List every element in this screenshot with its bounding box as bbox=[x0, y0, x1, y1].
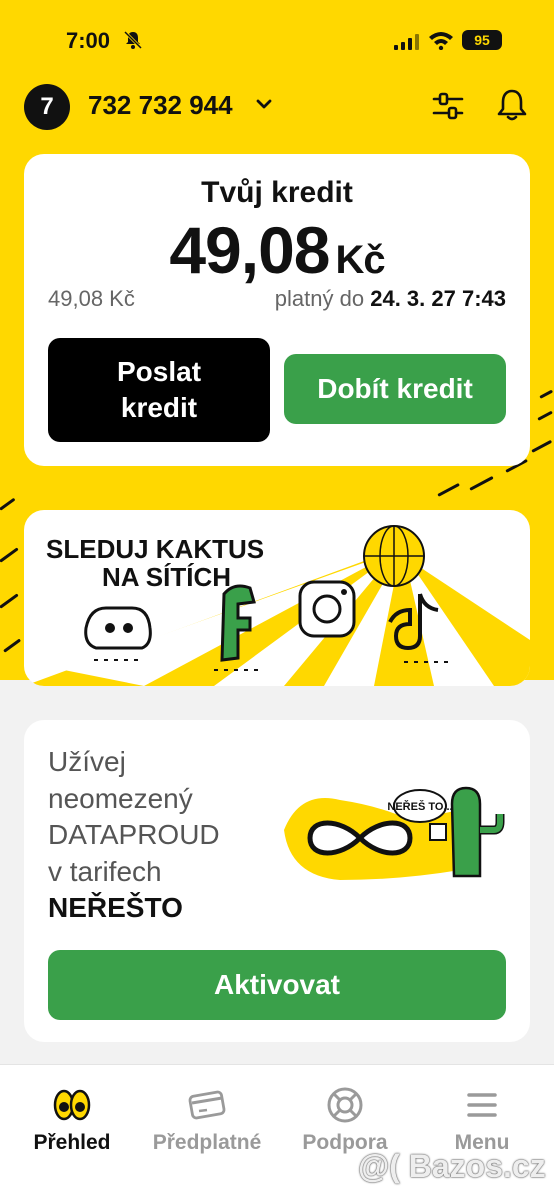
top-up-credit-button[interactable]: Dobít kredit bbox=[284, 354, 506, 424]
credit-amount-value: 49,08 bbox=[169, 213, 330, 287]
lifebuoy-icon bbox=[327, 1087, 363, 1123]
wifi-icon bbox=[429, 32, 453, 50]
cellular-signal-icon bbox=[394, 34, 419, 50]
social-banner-title-line1: SLEDUJ KAKTUS bbox=[46, 534, 264, 564]
credit-currency: Kč bbox=[335, 238, 386, 282]
watermark: @( Bazos.cz bbox=[358, 1148, 546, 1184]
settings-sliders-icon[interactable] bbox=[432, 90, 464, 122]
notifications-bell-icon[interactable] bbox=[496, 88, 528, 122]
tab-subscription[interactable]: Předplatné bbox=[142, 1085, 272, 1165]
decor-dash bbox=[0, 593, 19, 609]
bell-muted-icon bbox=[123, 30, 143, 50]
decor-dash bbox=[3, 638, 22, 653]
promo-line: Užívej bbox=[48, 746, 126, 777]
validity-date: 24. 3. 27 7:43 bbox=[370, 286, 506, 311]
decor-dash bbox=[0, 547, 19, 563]
credit-validity: platný do 24. 3. 27 7:43 bbox=[275, 286, 506, 312]
status-time: 7:00 bbox=[66, 28, 111, 53]
promo-speech-bubble: NEŘEŠ TO... bbox=[387, 800, 452, 813]
decor-dash bbox=[531, 439, 553, 453]
chevron-down-icon[interactable] bbox=[256, 98, 272, 110]
phone-number-selector[interactable]: 732 732 944 bbox=[88, 90, 233, 121]
social-banner-title-line2: NA SÍTÍCH bbox=[102, 562, 231, 592]
send-credit-button[interactable]: Poslat kredit bbox=[48, 338, 270, 442]
tab-label: Předplatné bbox=[152, 1131, 262, 1154]
promo-line: DATAPROUD bbox=[48, 819, 220, 850]
status-bar: 7:00 95 bbox=[0, 0, 554, 80]
header: 7 732 732 944 bbox=[0, 80, 554, 130]
credit-balance-small: 49,08 Kč bbox=[48, 286, 135, 311]
data-promo-card: Užívej neomezený DATAPROUD v tarifech NE… bbox=[24, 720, 530, 1042]
decor-dash bbox=[539, 389, 554, 399]
credit-title: Tvůj kredit bbox=[201, 176, 353, 209]
credit-card: Tvůj kredit 49,08 Kč 49,08 Kč platný do 2… bbox=[24, 154, 530, 466]
hamburger-menu-icon bbox=[467, 1093, 497, 1117]
tab-overview[interactable]: Přehled bbox=[14, 1085, 130, 1165]
decor-dash bbox=[537, 410, 553, 421]
promo-line: v tarifech bbox=[48, 855, 162, 887]
promo-tariff-name: NEŘEŠTO bbox=[48, 892, 183, 923]
credit-card-icon bbox=[188, 1090, 226, 1120]
activate-button[interactable]: Aktivovat bbox=[48, 950, 506, 1020]
promo-text: Užívej neomezený DATAPROUD v tarifech NE… bbox=[48, 744, 220, 927]
decor-dash bbox=[437, 482, 460, 497]
credit-amount: 49,08 Kč bbox=[24, 212, 530, 288]
social-media-banner[interactable]: SLEDUJ KAKTUS NA SÍTÍCH bbox=[24, 510, 530, 686]
promo-line: neomezený bbox=[48, 782, 193, 814]
decor-dash bbox=[0, 497, 16, 511]
infinity-cactus-illustration: NEŘEŠ TO... bbox=[284, 786, 505, 880]
tab-label: Přehled bbox=[33, 1131, 111, 1154]
social-banner-illustration: SLEDUJ KAKTUS NA SÍTÍCH bbox=[24, 525, 530, 686]
brand-logo: 7 bbox=[24, 84, 70, 130]
decor-dash bbox=[469, 475, 494, 491]
battery-indicator: 95 bbox=[462, 30, 502, 50]
validity-label: platný do bbox=[274, 286, 365, 311]
eyes-icon bbox=[53, 1089, 91, 1121]
